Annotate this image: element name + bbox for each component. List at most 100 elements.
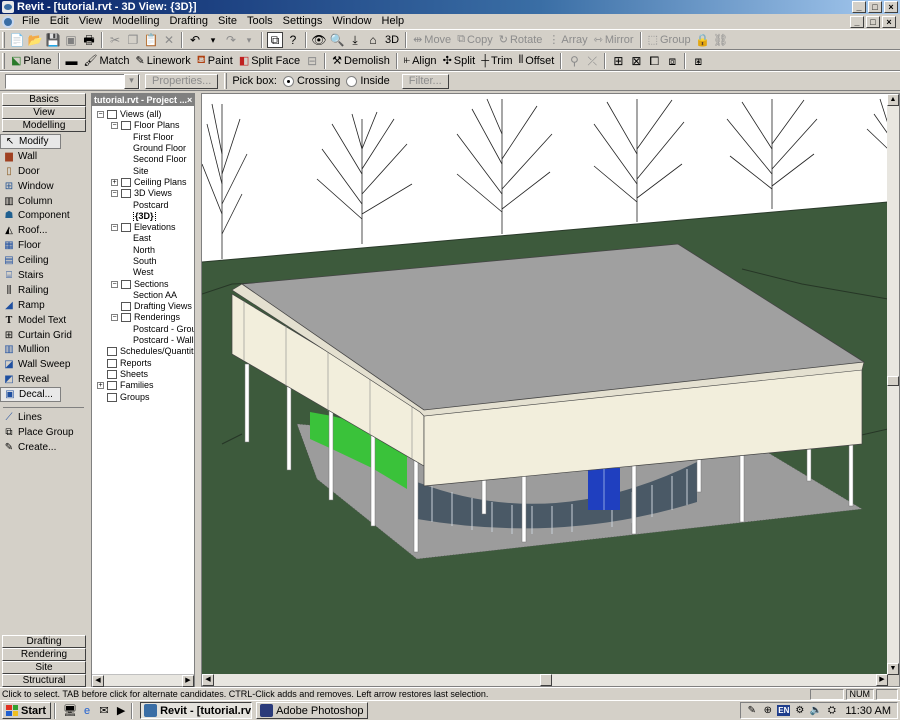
minimize-button[interactable]: _ xyxy=(852,1,866,13)
undo-dropdown-icon[interactable]: ▾ xyxy=(205,32,221,48)
tab-drafting[interactable]: Drafting xyxy=(2,635,86,648)
toolbar-grip[interactable] xyxy=(224,73,228,89)
browser-tree-item[interactable]: − 3D Views xyxy=(92,188,194,199)
view-vertical-scrollbar[interactable]: ▲ ▼ xyxy=(887,94,899,675)
menu-site[interactable]: Site xyxy=(213,14,242,29)
maximize-button[interactable]: □ xyxy=(868,1,882,13)
tab-rendering[interactable]: Rendering xyxy=(2,648,86,661)
browser-tree-item[interactable]: North xyxy=(92,245,194,256)
tab-view[interactable]: View xyxy=(2,106,86,119)
whats-this-help-icon[interactable]: ? xyxy=(285,32,301,48)
demolish-button[interactable]: ⚒ Demolish xyxy=(329,54,393,68)
browser-tree-item[interactable]: Section AA xyxy=(92,290,194,301)
start-button[interactable]: Start xyxy=(2,702,52,719)
scroll-up-icon[interactable]: ▲ xyxy=(887,94,899,106)
browser-tree-item[interactable]: Sheets xyxy=(92,369,194,380)
paste-icon[interactable]: 📋 xyxy=(143,32,159,48)
browser-horizontal-scrollbar[interactable]: ◀ ▶ xyxy=(92,674,194,687)
collapse-icon[interactable]: − xyxy=(97,111,104,119)
browser-tree-item[interactable]: Postcard - Grou xyxy=(92,324,194,335)
tool-roof[interactable]: ◭ Roof... xyxy=(0,223,87,238)
browser-tree-item[interactable]: East xyxy=(92,233,194,244)
3d-view-icon[interactable]: ⌂ xyxy=(365,32,381,48)
internet-explorer-icon[interactable]: e xyxy=(80,704,94,718)
browser-tree-item[interactable]: First Floor xyxy=(92,132,194,143)
plane-button[interactable]: ⬕ Plane xyxy=(8,54,55,68)
tool-door[interactable]: ▯ Door xyxy=(0,164,87,179)
3d-view-button[interactable]: 3D xyxy=(382,34,402,46)
tray-app-icon[interactable]: ✎ xyxy=(745,704,758,717)
tool-reveal[interactable]: ◩ Reveal xyxy=(0,372,87,387)
undo-icon[interactable]: ↶ xyxy=(187,32,203,48)
open-folder-icon[interactable]: 📂 xyxy=(27,32,43,48)
network-icon[interactable]: ⊕ xyxy=(761,704,774,717)
tool-curtain-grid[interactable]: ⊞ Curtain Grid xyxy=(0,328,87,343)
collapse-icon[interactable]: − xyxy=(111,122,118,130)
menu-tools[interactable]: Tools xyxy=(242,14,278,29)
browser-tree-item[interactable]: − Sections xyxy=(92,278,194,289)
filter-button[interactable]: Filter... xyxy=(401,73,449,89)
save-all-icon[interactable]: ▣ xyxy=(63,32,79,48)
browser-tree-item[interactable]: Site xyxy=(92,165,194,176)
menu-view[interactable]: View xyxy=(74,14,108,29)
offset-button[interactable]: ⫴ Offset xyxy=(516,54,558,67)
array-button[interactable]: ⋮ Array xyxy=(545,33,590,47)
properties-button[interactable]: Properties... xyxy=(145,73,219,89)
tool-lines[interactable]: ⟋ Lines xyxy=(0,410,87,425)
tab-basics[interactable]: Basics xyxy=(2,93,86,106)
menu-settings[interactable]: Settings xyxy=(278,14,328,29)
split-button[interactable]: ✣ Split xyxy=(440,54,479,68)
move-button[interactable]: ⇹ Move xyxy=(410,33,454,47)
browser-tree-item[interactable]: {3D} xyxy=(92,210,194,222)
scroll-left-icon[interactable]: ◀ xyxy=(202,674,214,686)
menu-drafting[interactable]: Drafting xyxy=(164,14,213,29)
browser-tree-item[interactable]: − Elevations xyxy=(92,222,194,233)
tool-model-text[interactable]: T Model Text xyxy=(0,313,87,328)
doc-restore-button[interactable]: □ xyxy=(866,15,880,28)
browser-tree-item[interactable]: Groups xyxy=(92,391,194,402)
print-icon[interactable]: 🖶 xyxy=(81,32,97,48)
tool-place-group[interactable]: ⧉ Place Group xyxy=(0,425,87,440)
taskbar-item-revit[interactable]: Revit - [tutorial.rvt ... xyxy=(140,702,253,719)
zoom-icon[interactable]: 🔍 xyxy=(329,32,345,48)
browser-tree-item[interactable]: Postcard - Wall- xyxy=(92,335,194,346)
new-file-icon[interactable]: 📄 xyxy=(9,32,25,48)
browser-close-icon[interactable]: × xyxy=(187,95,194,105)
tool-ramp[interactable]: ◢ Ramp xyxy=(0,298,87,313)
language-indicator[interactable]: EN xyxy=(777,705,791,716)
dynamic-view-icon[interactable]: 👁 xyxy=(311,32,327,48)
browser-tree-item[interactable]: Second Floor xyxy=(92,154,194,165)
tool-decal[interactable]: ▣ Decal... xyxy=(0,387,61,403)
copy-icon[interactable]: ❐ xyxy=(125,32,141,48)
browser-tree-item[interactable]: − Views (all) xyxy=(92,109,194,120)
tool-stairs[interactable]: ⌸ Stairs xyxy=(0,268,87,283)
tool-ceiling[interactable]: ▤ Ceiling xyxy=(0,253,87,268)
inside-radio[interactable] xyxy=(346,75,358,87)
browser-tree-item[interactable]: + Ceiling Plans xyxy=(92,177,194,188)
section-box-icon[interactable]: ⧆ xyxy=(690,53,706,69)
tab-modelling[interactable]: Modelling xyxy=(2,119,86,132)
view-horizontal-scrollbar[interactable]: ◀ ▶ xyxy=(202,674,888,686)
3d-view-canvas[interactable] xyxy=(202,94,888,675)
browser-tree-item[interactable]: South xyxy=(92,256,194,267)
collapse-icon[interactable]: − xyxy=(111,224,118,232)
mirror-button[interactable]: ⇿ Mirror xyxy=(591,33,637,47)
cut-icon[interactable]: ✂ xyxy=(107,32,123,48)
lock-icon[interactable]: 🔒 xyxy=(695,32,711,48)
close-button[interactable]: × xyxy=(884,1,898,13)
tool-mullion[interactable]: ▥ Mullion xyxy=(0,342,87,357)
tool-railing[interactable]: ⫼ Railing xyxy=(0,283,87,298)
switch-windows-icon[interactable]: ⧉ xyxy=(267,31,283,48)
tray-app-icon[interactable]: ⛭ xyxy=(825,704,838,717)
tool-column[interactable]: ▥ Column xyxy=(0,194,87,209)
pin-icon[interactable]: ⚲ xyxy=(566,53,582,69)
measure-icon[interactable]: ▬ xyxy=(64,53,80,69)
toolbar-grip[interactable] xyxy=(2,31,5,48)
isolate-icon[interactable]: ⧈ xyxy=(664,53,680,69)
tool-window[interactable]: ⊞ Window xyxy=(0,179,87,194)
doc-minimize-button[interactable]: _ xyxy=(850,15,864,28)
menu-help[interactable]: Help xyxy=(377,14,410,29)
volume-icon[interactable]: 🔈 xyxy=(809,704,822,717)
outlook-icon[interactable]: ✉ xyxy=(97,704,111,718)
browser-tree-item[interactable]: − Renderings xyxy=(92,312,194,323)
